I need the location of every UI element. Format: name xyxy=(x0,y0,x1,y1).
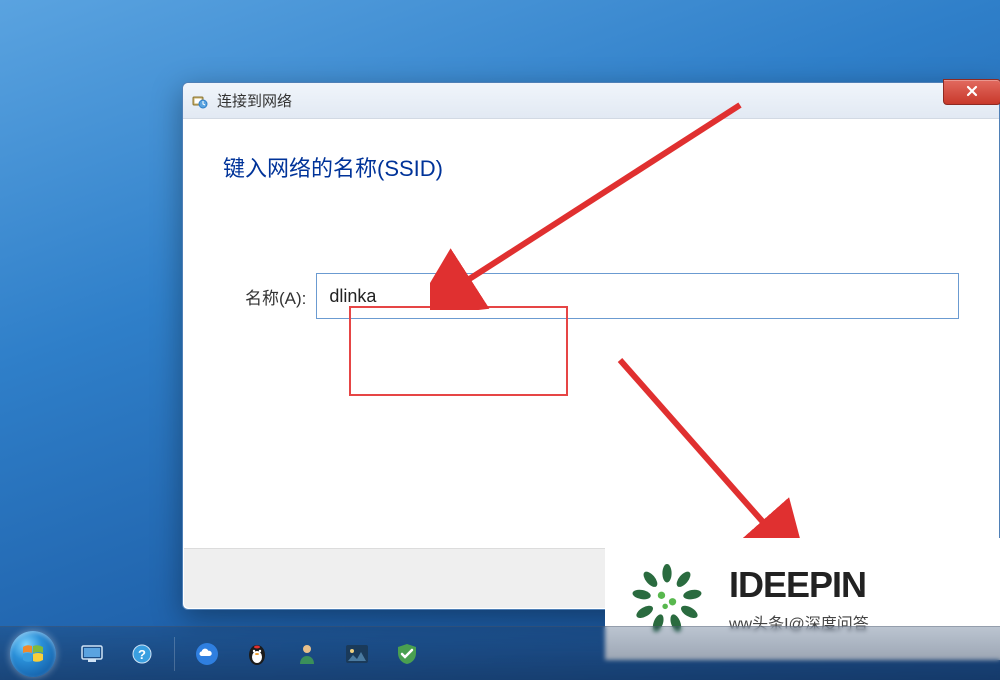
connect-to-network-dialog: 连接到网络 键入网络的名称(SSID) 名称(A): xyxy=(182,82,1000,610)
taskbar-item-app1[interactable] xyxy=(285,636,329,672)
cloud-app-icon xyxy=(195,642,219,666)
taskbar-item-app3[interactable] xyxy=(385,636,429,672)
taskbar-item-help[interactable]: ? xyxy=(120,636,164,672)
ssid-label: 名称(A): xyxy=(245,284,306,309)
taskbar-separator xyxy=(174,637,175,671)
taskbar-item-baidu-netdisk[interactable] xyxy=(185,636,229,672)
person-icon xyxy=(297,642,317,666)
watermark-text: IDEEPIN ww头条I@深度问答 xyxy=(729,564,869,634)
dialog-titlebar[interactable]: 连接到网络 xyxy=(183,83,999,119)
windows-logo-icon xyxy=(20,641,46,667)
taskbar-item-desktop[interactable] xyxy=(70,636,114,672)
dialog-body: 键入网络的名称(SSID) 名称(A): xyxy=(183,119,999,609)
start-button[interactable] xyxy=(10,631,56,677)
watermark-brand: IDEEPIN xyxy=(729,564,869,606)
dialog-heading: 键入网络的名称(SSID) xyxy=(223,151,959,183)
taskbar-item-app2[interactable] xyxy=(335,636,379,672)
taskbar-item-qq[interactable] xyxy=(235,636,279,672)
help-icon: ? xyxy=(131,643,153,665)
close-icon xyxy=(965,84,979,100)
network-settings-icon xyxy=(191,92,209,110)
checkmark-shield-icon xyxy=(396,643,418,665)
taskbar: ? xyxy=(0,626,1000,680)
dialog-title: 连接到网络 xyxy=(217,90,292,111)
svg-text:?: ? xyxy=(138,647,146,662)
show-desktop-icon xyxy=(81,645,103,663)
picture-icon xyxy=(345,644,369,664)
ssid-field-row: 名称(A): xyxy=(245,273,959,319)
ssid-input[interactable] xyxy=(316,273,959,319)
penguin-icon xyxy=(246,642,268,666)
close-button[interactable] xyxy=(943,79,1000,105)
